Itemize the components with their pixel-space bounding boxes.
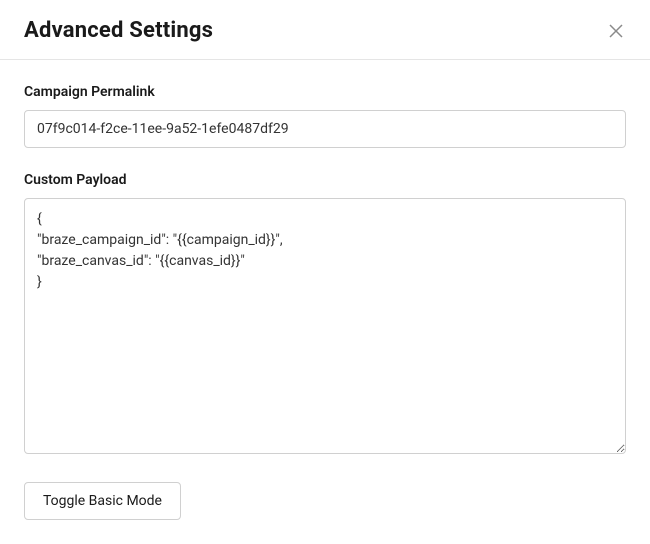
close-icon: [609, 24, 623, 38]
payload-field-group: Custom Payload: [24, 172, 626, 458]
close-button[interactable]: [606, 21, 626, 41]
toggle-basic-mode-button[interactable]: Toggle Basic Mode: [24, 482, 181, 520]
modal-body: Campaign Permalink Custom Payload Toggle…: [0, 60, 650, 544]
permalink-label: Campaign Permalink: [24, 84, 626, 100]
modal-title: Advanced Settings: [24, 18, 213, 43]
permalink-field-group: Campaign Permalink: [24, 84, 626, 148]
payload-textarea[interactable]: [24, 198, 626, 454]
payload-label: Custom Payload: [24, 172, 626, 188]
permalink-input[interactable]: [24, 110, 626, 148]
modal-header: Advanced Settings: [0, 0, 650, 60]
